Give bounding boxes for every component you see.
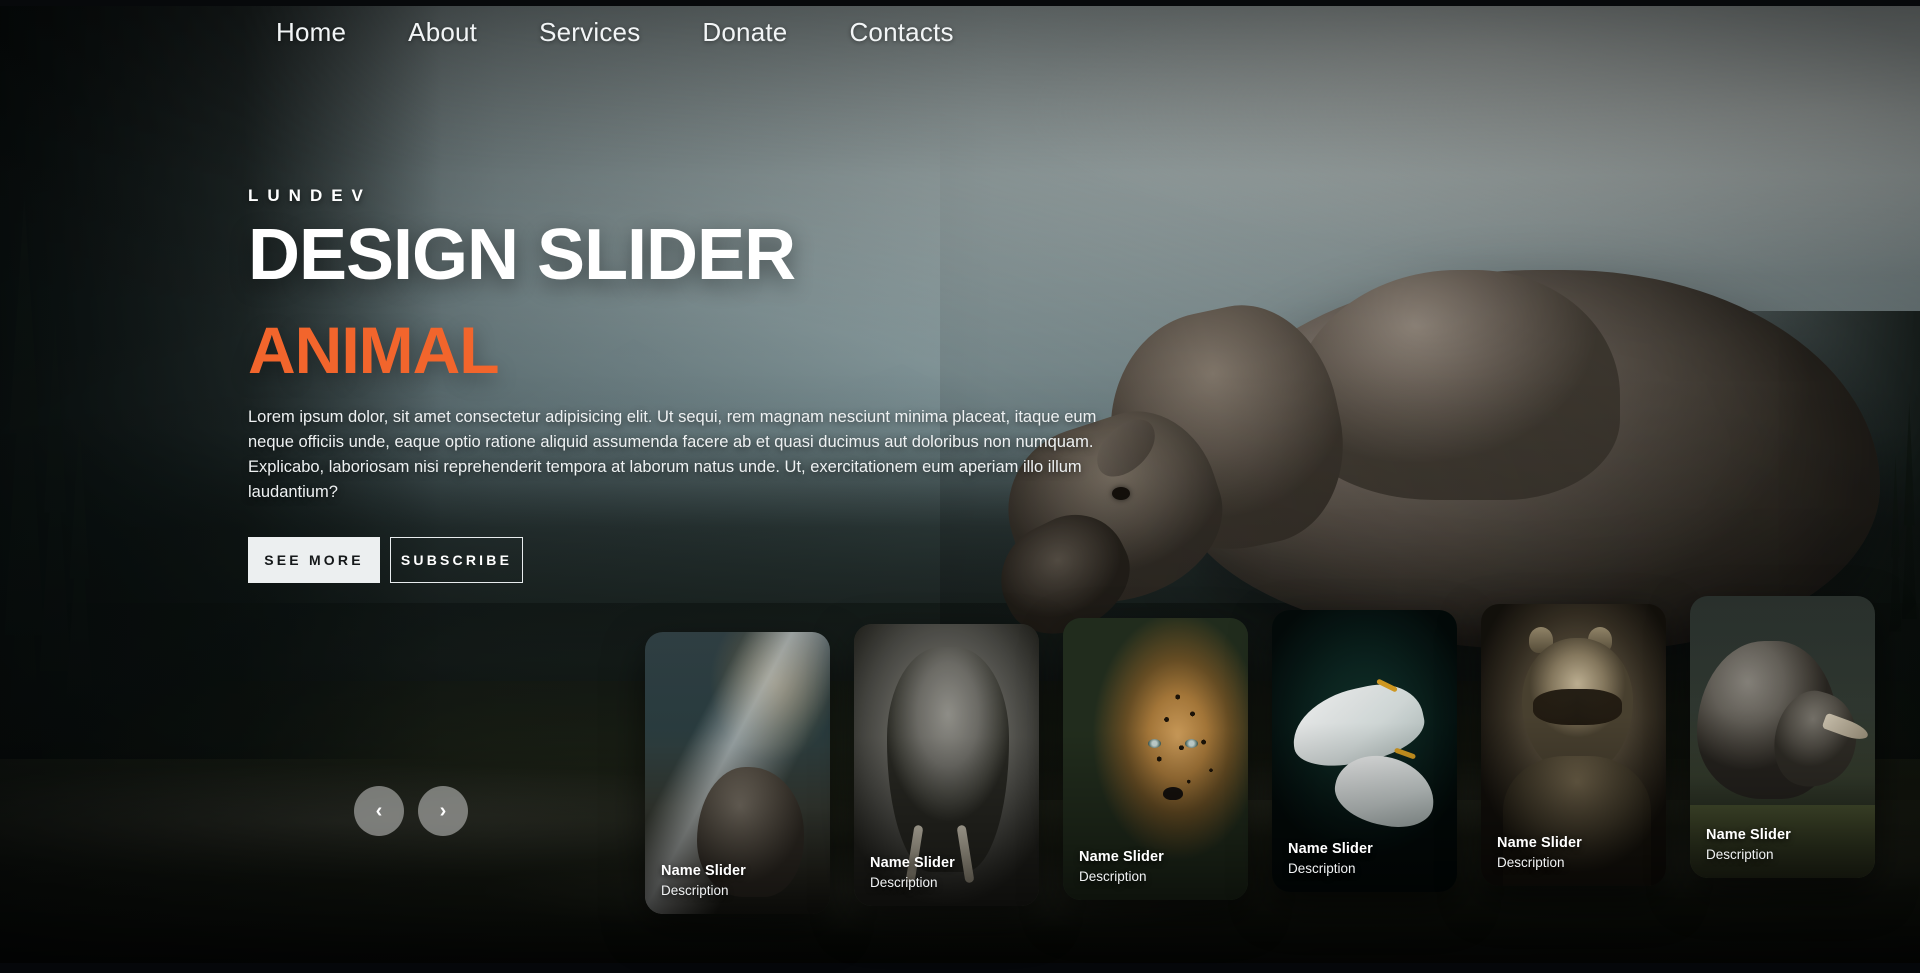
carousel-controls: ‹ › [354, 786, 468, 836]
card-title: Name Slider [1706, 827, 1791, 843]
carousel-thumbnail-list: Name Slider Description Name Slider Desc… [645, 596, 1875, 914]
nav-item-about[interactable]: About [377, 17, 508, 48]
nav-item-home[interactable]: Home [245, 17, 377, 48]
hero-button-group: SEE MORE SUBSCRIBE [248, 536, 1128, 583]
card-title: Name Slider [661, 863, 746, 879]
hero-title: DESIGN SLIDER [248, 215, 796, 295]
carousel-next-button[interactable]: › [418, 786, 468, 836]
card-caption: Name Slider Description [1288, 841, 1447, 876]
card-description: Description [661, 883, 729, 898]
nav-item-donate[interactable]: Donate [671, 17, 818, 48]
conifer-tree [39, 318, 71, 671]
card-description: Description [1288, 861, 1356, 876]
card-title: Name Slider [1497, 835, 1582, 851]
card-description: Description [1497, 855, 1565, 870]
carousel-card[interactable]: Name Slider Description [1690, 596, 1875, 878]
subscribe-button[interactable]: SUBSCRIBE [390, 536, 523, 583]
bottom-edge-strip [0, 963, 1920, 973]
card-title: Name Slider [870, 855, 955, 871]
card-title: Name Slider [1079, 849, 1164, 865]
card-caption: Name Slider Description [1079, 849, 1238, 884]
carousel-card[interactable]: Name Slider Description [645, 632, 830, 914]
nav-item-contacts[interactable]: Contacts [818, 17, 984, 48]
card-caption: Name Slider Description [661, 863, 820, 898]
card-description: Description [1079, 869, 1147, 884]
brand-eyebrow: LUNDEV [248, 186, 372, 205]
card-caption: Name Slider Description [1706, 827, 1865, 862]
nav-list: Home About Services Donate Contacts [245, 17, 985, 48]
carousel-card[interactable]: Name Slider Description [1272, 610, 1457, 892]
slider-page: Home About Services Donate Contacts LUND… [0, 0, 1920, 973]
see-more-button[interactable]: SEE MORE [248, 536, 380, 583]
hero-description: Lorem ipsum dolor, sit amet consectetur … [248, 407, 1097, 501]
carousel-card[interactable]: Name Slider Description [854, 624, 1039, 906]
card-description: Description [1706, 847, 1774, 862]
hero-subtitle: ANIMAL [248, 312, 500, 387]
card-caption: Name Slider Description [870, 855, 1029, 890]
carousel-card[interactable]: Name Slider Description [1481, 604, 1666, 886]
main-navigation: Home About Services Donate Contacts [0, 0, 1920, 64]
card-caption: Name Slider Description [1497, 835, 1656, 870]
nav-item-services[interactable]: Services [508, 17, 671, 48]
carousel-card[interactable]: Name Slider Description [1063, 618, 1248, 900]
card-title: Name Slider [1288, 841, 1373, 857]
card-description: Description [870, 875, 938, 890]
carousel-prev-button[interactable]: ‹ [354, 786, 404, 836]
conifer-tree [66, 425, 93, 699]
conifer-tree [4, 197, 45, 759]
hero-content: LUNDEV DESIGN SLIDER ANIMAL Lorem ipsum … [248, 186, 1128, 583]
